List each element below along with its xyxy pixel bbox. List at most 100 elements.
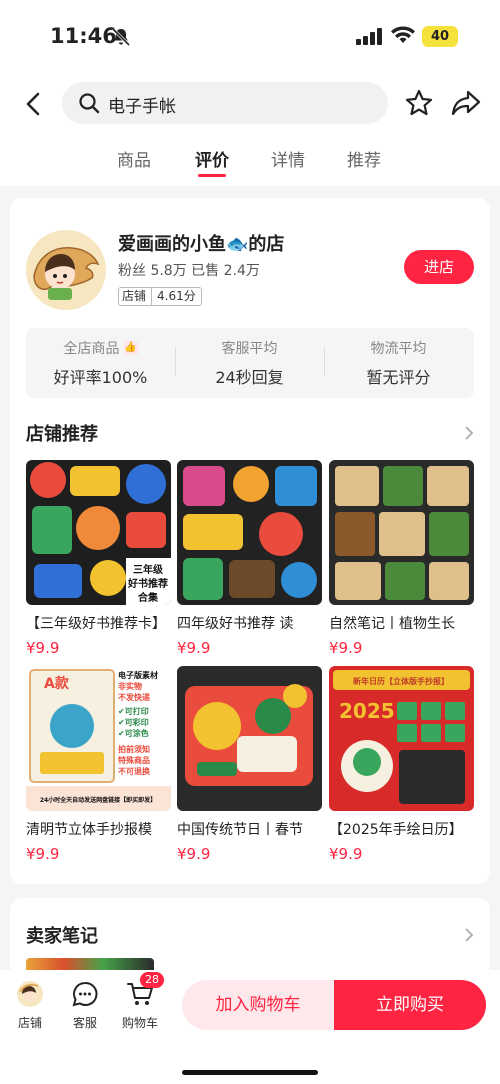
customer-service-tab[interactable]: 客服: [63, 980, 107, 1031]
search-icon: [79, 93, 100, 114]
product-card[interactable]: 四年级好书推荐 读 ¥9.9: [177, 460, 322, 657]
product-title: 自然笔记丨植物生长: [329, 616, 455, 632]
product-card[interactable]: 中国传统节日丨春节 ¥9.9: [177, 666, 322, 863]
product-title: 清明节立体手抄报模: [26, 822, 152, 838]
product-side-line: 特殊商品: [118, 755, 150, 765]
shop-tab-label: 店铺: [17, 1016, 42, 1030]
tab-recommend[interactable]: 推荐: [347, 146, 381, 171]
product-poster-icon: A款 电子版素材 非实物 不发快递 ✔可打印 ✔可彩印 ✔可涂色 拍前须知 特殊…: [26, 666, 171, 811]
battery-indicator: 40: [422, 26, 458, 47]
back-arrow-icon[interactable]: [20, 90, 48, 118]
product-collage-icon: 三年级 好书推荐 合集: [26, 460, 171, 605]
shop-name[interactable]: 爱画画的小鱼🐟的店: [118, 230, 284, 256]
rating-logistics-label: 物流平均: [370, 341, 427, 357]
rating-logistics-value: 暂无评分: [366, 368, 431, 387]
buy-now-button[interactable]: 立即购买: [334, 980, 486, 1030]
shopping-cart-icon: 28: [126, 972, 164, 1008]
chevron-right-icon[interactable]: [462, 928, 476, 942]
chevron-right-icon[interactable]: [462, 426, 476, 440]
product-image: 三年级 好书推荐 合集: [26, 460, 171, 605]
product-title: 四年级好书推荐 读: [177, 616, 294, 632]
product-card[interactable]: 自然笔记丨植物生长 ¥9.9: [329, 460, 474, 657]
thumb-up-icon: 👍: [123, 341, 138, 355]
rating-service-value: 24秒回复: [215, 368, 284, 387]
status-time: 11:46: [50, 24, 117, 48]
top-area: 11:46 40 电子手帐 商品 评价 详情 推荐: [0, 0, 500, 186]
shop-badge-label: 店铺: [122, 288, 153, 305]
product-side-line: 不发快递: [118, 692, 150, 702]
rating-goods-label: 全店商品: [63, 341, 120, 357]
search-query: 电子手帐: [108, 97, 176, 117]
rating-goods: 全店商品 👍 好评率100%: [26, 338, 175, 388]
product-price: ¥9.9: [329, 639, 363, 657]
product-price: ¥9.9: [26, 845, 60, 863]
product-image: [177, 666, 322, 811]
tab-bar: 商品 评价 详情 推荐: [0, 146, 500, 182]
product-title: 【三年级好书推荐卡】: [26, 616, 166, 632]
product-side-line: 电子版素材: [118, 670, 158, 680]
rating-logistics: 物流平均 暂无评分: [324, 338, 473, 388]
cart-count-badge: 28: [140, 972, 164, 988]
product-card[interactable]: 三年级 好书推荐 合集 【三年级好书推荐卡】 ¥9.9: [26, 460, 171, 657]
product-collage-icon: [177, 460, 322, 605]
shop-avatar[interactable]: [26, 230, 106, 310]
tab-products[interactable]: 商品: [117, 146, 151, 171]
product-footer: 24小时全天自动发送网盘链接【即买即发】: [40, 796, 156, 804]
shop-ratings: 全店商品 👍 好评率100% 客服平均 24秒回复 物流平均 暂无评分: [26, 328, 474, 398]
tab-details[interactable]: 详情: [271, 146, 305, 171]
rating-service: 客服平均 24秒回复: [175, 338, 324, 388]
product-image: 新年日历【立体版手抄报】 2025: [329, 666, 474, 811]
product-title: 【2025年手绘日历】: [329, 822, 463, 838]
product-image: A款 电子版素材 非实物 不发快递 ✔可打印 ✔可彩印 ✔可涂色 拍前须知 特殊…: [26, 666, 171, 811]
active-tab-indicator: [198, 174, 226, 177]
rating-goods-value: 好评率100%: [53, 368, 148, 387]
shop-badge-score: 4.61分: [157, 289, 196, 303]
add-to-cart-button[interactable]: 加入购物车: [182, 980, 334, 1030]
cellular-signal-icon: [356, 28, 382, 45]
product-overlay-line: 合集: [137, 591, 159, 604]
product-overlay-line: 2025: [339, 699, 395, 723]
cart-tab[interactable]: 28 购物车: [118, 972, 164, 1031]
status-bar: 11:46 40: [0, 0, 500, 72]
enter-shop-button[interactable]: 进店: [404, 250, 474, 284]
product-price: ¥9.9: [177, 639, 211, 657]
product-side-line: ✔可打印: [118, 706, 149, 716]
search-bar[interactable]: 电子手帐: [62, 82, 388, 124]
product-card[interactable]: 新年日历【立体版手抄报】 2025 【2025年手绘日历】 ¥9.9: [329, 666, 474, 863]
product-overlay-line: A款: [44, 675, 70, 692]
shop-tab[interactable]: 店铺: [8, 980, 52, 1031]
product-card[interactable]: A款 电子版素材 非实物 不发快递 ✔可打印 ✔可彩印 ✔可涂色 拍前须知 特殊…: [26, 666, 171, 863]
product-price: ¥9.9: [177, 845, 211, 863]
shop-recommend-title: 店铺推荐: [26, 424, 98, 445]
tab-reviews[interactable]: 评价: [195, 146, 229, 171]
product-side-line: ✔可涂色: [118, 728, 149, 738]
product-side-line: ✔可彩印: [118, 717, 149, 727]
mute-bell-icon: [111, 27, 131, 47]
product-image: [329, 460, 474, 605]
shop-card: 爱画画的小鱼🐟的店 粉丝 5.8万 已售 2.4万 店铺 4.61分 进店 全店…: [10, 198, 490, 884]
chat-bubble-icon: [71, 980, 99, 1008]
shop-stats: 粉丝 5.8万 已售 2.4万: [118, 263, 260, 279]
customer-service-label: 客服: [72, 1016, 97, 1030]
seller-notes-card: 卖家笔记: [10, 898, 490, 978]
product-calendar-icon: 新年日历【立体版手抄报】 2025: [329, 666, 474, 811]
product-image: [177, 460, 322, 605]
home-indicator: [182, 1070, 318, 1075]
product-title: 中国传统节日丨春节: [177, 822, 303, 838]
cart-tab-label: 购物车: [121, 1016, 158, 1030]
product-overlay-line: 好书推荐: [127, 577, 168, 590]
product-collage-icon: [329, 460, 474, 605]
avatar-illustration-icon: [26, 230, 106, 310]
bottom-action-bar: 店铺 客服 28 购物车 加入购物车 立即购买: [0, 970, 500, 1084]
product-side-line: 非实物: [118, 681, 142, 691]
product-side-line: 拍前须知: [118, 744, 150, 754]
shop-score-badge: 店铺 4.61分: [118, 287, 202, 306]
share-arrow-icon[interactable]: [450, 88, 482, 118]
favorite-star-icon[interactable]: [404, 88, 434, 118]
product-festival-icon: [177, 666, 322, 811]
rating-service-label: 客服平均: [221, 341, 278, 357]
wifi-icon: [391, 26, 415, 43]
shop-avatar-icon: [16, 980, 44, 1008]
product-banner: 新年日历【立体版手抄报】: [353, 676, 449, 686]
product-side-line: 不可退换: [118, 766, 151, 776]
